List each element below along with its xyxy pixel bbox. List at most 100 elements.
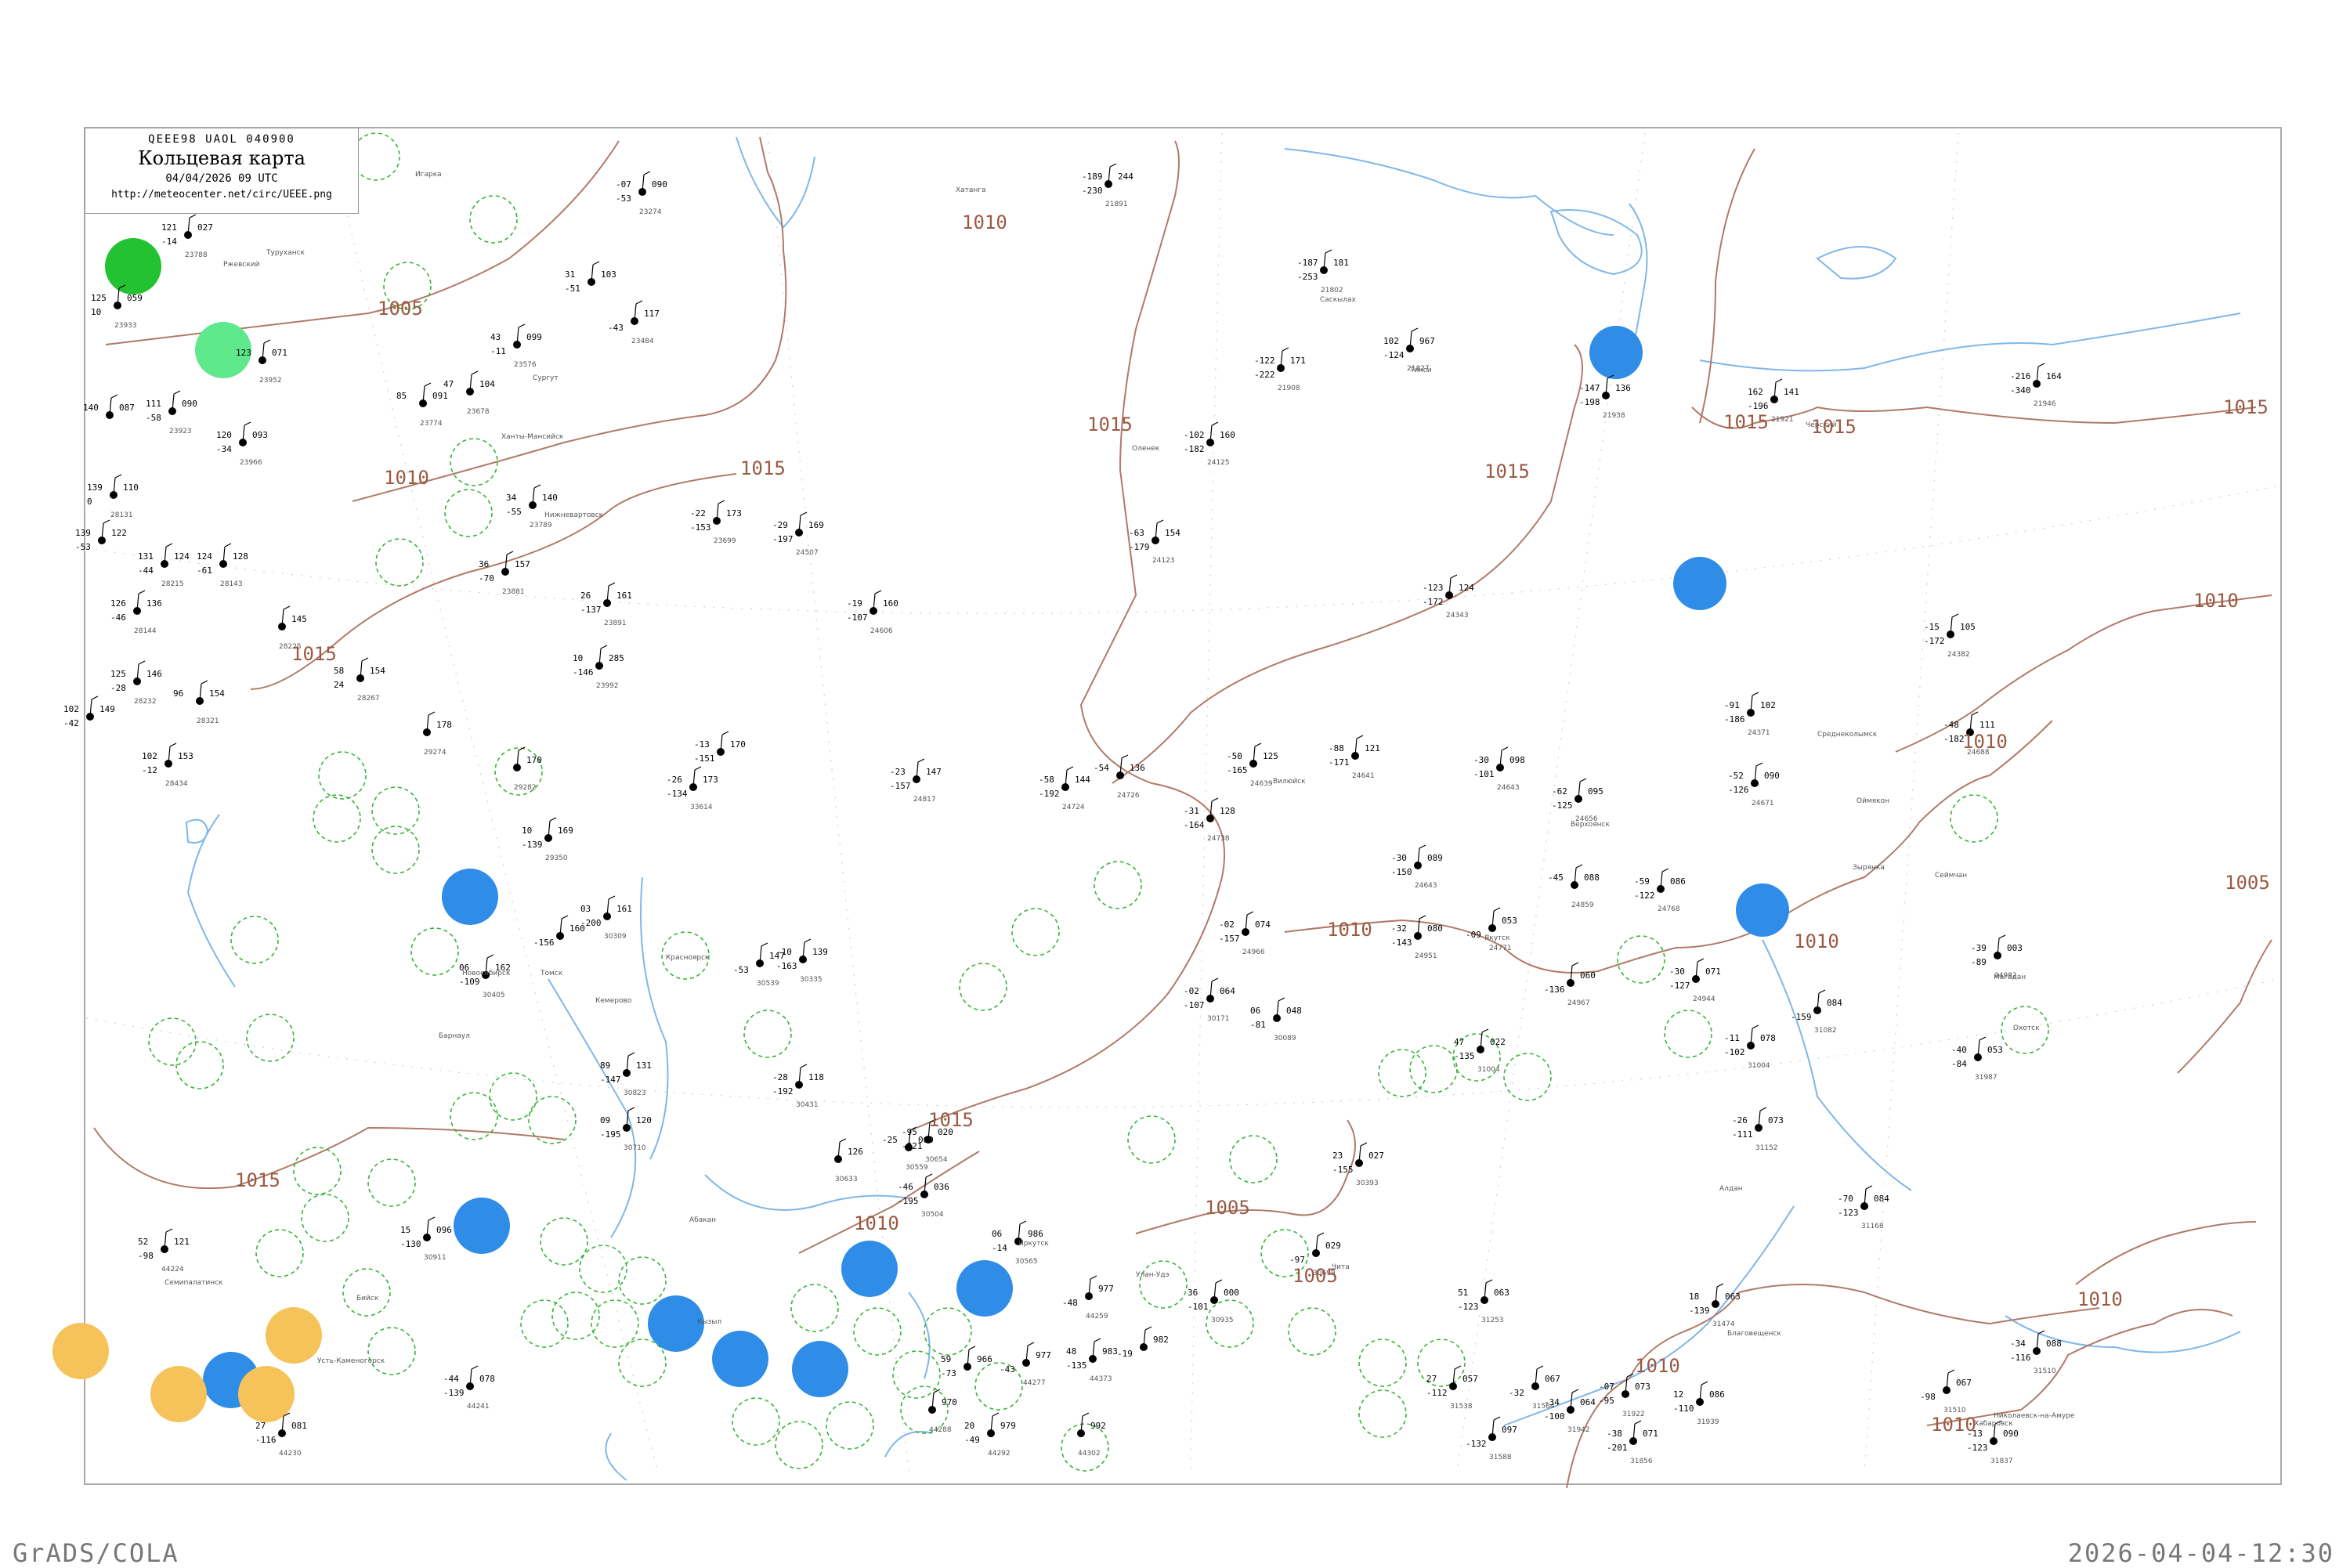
station-pressure: 977	[1036, 1350, 1051, 1360]
station-pressure: 003	[2007, 943, 2023, 953]
station-dewpoint: -48	[1062, 1298, 1078, 1308]
wind-barb-feather	[1027, 1342, 1035, 1346]
station-dewpoint: 24	[334, 680, 345, 690]
station-temperature: -91	[1724, 700, 1740, 710]
dashed-circle	[1358, 1339, 1407, 1387]
station-dewpoint: -34	[216, 444, 232, 454]
dashed-circle	[246, 1013, 295, 1062]
station-temperature: -02	[1184, 986, 1199, 996]
station-plot: 970 44288	[928, 1389, 957, 1434]
dashed-circle	[1127, 1115, 1176, 1164]
station-temperature: 10	[522, 826, 532, 836]
station-plot: 285 10 -14623992	[573, 645, 624, 690]
station-pressure: 986	[1028, 1229, 1043, 1239]
station-index: 24771	[1489, 945, 1512, 952]
station-pressure: 157	[515, 559, 530, 569]
station-plot: 977 -48 44259	[1062, 1275, 1114, 1321]
station-name: Николаевск-на-Амуре	[1994, 1412, 2075, 1420]
station-dewpoint: -139	[522, 840, 543, 850]
station-pressure: 139	[812, 947, 828, 957]
station-pressure: 090	[2003, 1429, 2019, 1439]
station-pressure: 122	[111, 528, 127, 538]
wind-barb-feather	[1775, 378, 1783, 383]
station-pressure: 140	[542, 493, 558, 503]
station-temperature: 96	[173, 688, 183, 699]
map-title-box: QEEE98 UAOL 040900 Кольцевая карта 04/04…	[85, 128, 359, 214]
station-index: 28215	[161, 580, 184, 588]
station-temperature: -28	[772, 1072, 788, 1082]
station-plot: 992 44302	[1077, 1412, 1106, 1458]
isobar-label: 1005	[2225, 872, 2270, 894]
station-pressure: 970	[942, 1397, 957, 1407]
wind-barb-feather	[263, 339, 271, 344]
station-temperature: 03	[580, 904, 591, 914]
highlight-circle	[1673, 557, 1726, 610]
station-dewpoint: -195	[600, 1129, 621, 1140]
station-index: 30171	[1207, 1015, 1230, 1023]
station-dewpoint: -110	[1673, 1404, 1694, 1414]
station-plot: 121 -88 -17124641	[1329, 735, 1380, 780]
highlight-circle	[712, 1331, 768, 1387]
station-name: Нижневартовск	[544, 511, 604, 519]
station-dewpoint: -340	[2010, 385, 2031, 396]
station-name: Ржевский	[223, 261, 260, 269]
dashed-circle	[892, 1350, 941, 1399]
station-pressure: 144	[1075, 775, 1090, 785]
highlight-circle	[52, 1323, 109, 1379]
station-name: Благовещенск	[1727, 1330, 1781, 1338]
station-pressure: 111	[1979, 720, 1995, 730]
station-temperature: -88	[1329, 743, 1344, 753]
station-index: 21946	[2034, 400, 2056, 408]
station-dewpoint: -163	[776, 961, 797, 971]
station-index: 24859	[1571, 901, 1594, 909]
station-temperature: 26	[580, 591, 591, 601]
wind-barb-feather	[361, 657, 369, 662]
wind-barb-feather	[1356, 735, 1364, 739]
station-plot: 088 -45 24859	[1548, 864, 1600, 909]
station-index: 24738	[1207, 835, 1230, 843]
dashed-circle	[1229, 1135, 1278, 1183]
station-pressure: 145	[291, 614, 307, 624]
station-plot: 096 15 -13030911	[400, 1216, 452, 1262]
station-pressure: 161	[616, 591, 632, 601]
station-temperature: -39	[1971, 943, 1987, 953]
wind-barb-feather	[165, 543, 173, 547]
station-plot: 089 -30 -15024643	[1391, 844, 1443, 890]
station-plot: 053 -09 24771	[1466, 907, 1517, 952]
wind-barb-feather	[1325, 249, 1332, 254]
station-pressure: 128	[233, 551, 248, 562]
wind-barb-feather	[1634, 1420, 1642, 1425]
wind-barb-feather	[1947, 1369, 1955, 1374]
station-dewpoint: -130	[400, 1239, 421, 1249]
isobar-label: 1015	[291, 643, 337, 665]
station-temperature: 121	[161, 222, 177, 233]
station-index: 24371	[1748, 729, 1770, 737]
station-temperature: 131	[138, 551, 154, 562]
highlight-circle	[1589, 326, 1643, 379]
station-index: 24951	[1415, 952, 1437, 960]
station-dewpoint: -101	[1473, 769, 1495, 779]
station-index: 30710	[624, 1144, 646, 1152]
station-index: 28267	[357, 695, 380, 703]
station-temperature: 89	[600, 1060, 610, 1071]
station-pressure: 154	[1165, 528, 1180, 538]
wind-barb-feather	[721, 731, 729, 735]
station-index: 33614	[690, 804, 713, 811]
wind-barb-feather	[1571, 1389, 1579, 1393]
wind-barb-feather	[1278, 997, 1285, 1002]
station-temperature: -34	[1544, 1397, 1560, 1407]
station-temperature: -26	[667, 775, 682, 785]
wind-barb-feather	[471, 370, 479, 375]
isobar-label: 1015	[1811, 416, 1856, 438]
wind-barb-feather	[428, 1216, 436, 1221]
station-pressure: 169	[558, 826, 573, 836]
station-index: 23774	[420, 420, 443, 428]
station-index: 24817	[913, 796, 936, 804]
wind-barb-feather	[428, 711, 436, 716]
station-temperature: -22	[690, 508, 706, 518]
wind-barb-feather	[189, 214, 197, 219]
station-temperature: 124	[197, 551, 212, 562]
station-pressure: 089	[1427, 853, 1443, 863]
station-dewpoint: -157	[1219, 934, 1240, 944]
station-index: 24944	[1693, 995, 1716, 1003]
